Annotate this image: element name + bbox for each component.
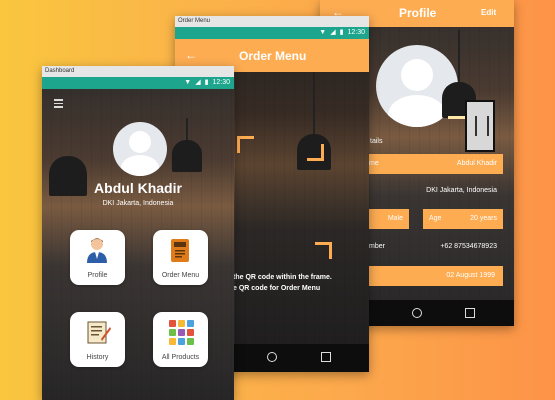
qr-frame-corner-top-right (307, 144, 324, 161)
back-arrow-icon[interactable]: ← (185, 48, 197, 62)
battery-icon: ▮ (339, 29, 344, 36)
window-title-bar: Dashboard (42, 66, 234, 77)
birthdate-field: 02 August 1999 (363, 266, 503, 286)
qr-frame-corner-top-left (237, 136, 254, 153)
name-field: me Abdul Khadir (363, 154, 503, 174)
history-tile-label: History (86, 354, 109, 361)
details-section-label: tails (370, 138, 383, 145)
qr-instruction-line-2: e QR code for Order Menu (233, 285, 321, 292)
order-menu-tile-label: Order Menu (161, 272, 200, 279)
age-field: Age 20 years (423, 209, 503, 229)
person-icon (87, 238, 107, 263)
status-bar: ▼ ◢ ▮ 12:30 (42, 77, 234, 89)
phone-field: mber +62 87534678923 (363, 237, 503, 257)
all-products-tile[interactable]: All Products (153, 312, 208, 367)
gender-value: Male (387, 215, 403, 222)
status-time: 12:30 (212, 79, 230, 86)
qr-instruction-line-1: the QR code within the frame. (233, 274, 332, 281)
receipt-icon (87, 321, 111, 344)
name-value: Abdul Khadir (456, 160, 497, 167)
location-value: DKI Jakarta, Indonesia (426, 187, 497, 194)
dashboard-phone: Dashboard ▼ ◢ ▮ 12:30 Abdul Khadir DKI Jaka… (42, 66, 234, 400)
grid-icon (169, 320, 194, 345)
wifi-icon: ▼ (184, 79, 192, 86)
order-menu-tile[interactable]: Order Menu (153, 230, 208, 285)
recent-apps-button[interactable] (321, 352, 331, 362)
profile-tile[interactable]: Profile (70, 230, 125, 285)
wall-art (465, 100, 495, 152)
profile-title: Profile (399, 6, 437, 20)
phone-value: +62 87534678923 (440, 243, 497, 250)
edit-button[interactable]: Edit (481, 8, 496, 17)
signal-icon: ◢ (330, 29, 336, 36)
user-avatar (113, 122, 167, 176)
profile-tile-label: Profile (87, 272, 108, 279)
status-bar: ▼ ◢ ▮ 12:30 (175, 27, 369, 39)
home-button[interactable] (412, 308, 422, 318)
recent-apps-button[interactable] (465, 308, 475, 318)
menu-book-icon (171, 239, 189, 262)
birthdate-value: 02 August 1999 (446, 272, 495, 279)
wifi-icon: ▼ (319, 29, 327, 36)
user-location: DKI Jakarta, Indonesia (102, 200, 174, 207)
order-menu-title: Order Menu (239, 49, 307, 63)
hamburger-menu-icon[interactable] (54, 99, 63, 108)
status-time: 12:30 (347, 29, 365, 36)
user-name: Abdul Khadir (94, 180, 182, 196)
name-label: me (369, 160, 379, 167)
home-button[interactable] (267, 352, 277, 362)
lamp-illustration (170, 118, 204, 178)
window-title-bar: Order Menu (175, 16, 369, 27)
phone-label: mber (369, 243, 385, 250)
age-value: 20 years (470, 215, 497, 222)
history-tile[interactable]: History (70, 312, 125, 367)
battery-icon: ▮ (204, 79, 209, 86)
qr-frame-corner-bottom-right (315, 242, 332, 259)
location-field: DKI Jakarta, Indonesia (363, 181, 503, 201)
gender-field: Male (363, 209, 409, 229)
age-label: Age (429, 215, 442, 222)
all-products-tile-label: All Products (161, 354, 200, 361)
signal-icon: ◢ (195, 79, 201, 86)
